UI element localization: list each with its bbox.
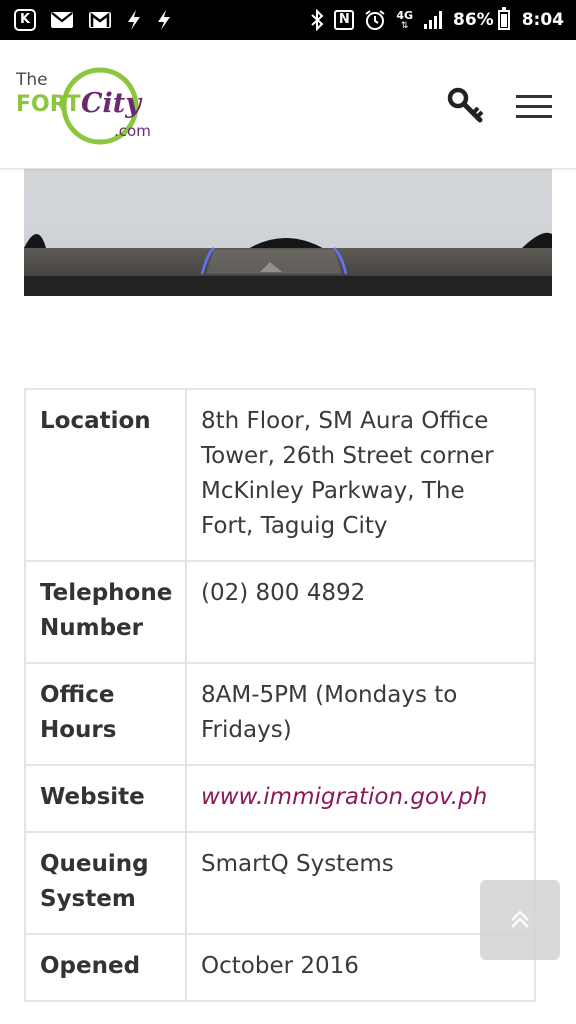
row-label-office-hours: Office Hours bbox=[24, 662, 187, 766]
row-label-location: Location bbox=[24, 388, 187, 562]
table-row: Opened October 2016 bbox=[24, 933, 536, 1002]
clock: 8:04 bbox=[521, 10, 564, 30]
row-label-queuing: Queuing System bbox=[24, 831, 187, 935]
row-value-telephone: (02) 800 4892 bbox=[185, 560, 536, 664]
row-value-location: 8th Floor, SM Aura Office Tower, 26th St… bbox=[185, 388, 536, 562]
gmail-icon bbox=[89, 12, 111, 28]
logo-fort: FORT bbox=[16, 92, 81, 117]
network-label: 4G bbox=[396, 8, 413, 22]
logo-the: The bbox=[15, 70, 48, 90]
k-app-icon: K bbox=[14, 9, 36, 31]
network-icon: 4G ⇅ bbox=[396, 8, 413, 31]
mail-icon bbox=[51, 12, 73, 28]
alarm-icon bbox=[365, 10, 385, 30]
key-search-icon[interactable] bbox=[446, 86, 486, 126]
nfc-icon: N bbox=[334, 10, 355, 30]
table-row: Office Hours 8AM-5PM (Mondays to Fridays… bbox=[24, 662, 536, 766]
back-to-top-button[interactable] bbox=[480, 880, 560, 960]
table-row: Queuing System SmartQ Systems bbox=[24, 831, 536, 935]
row-label-website: Website bbox=[24, 764, 187, 833]
row-value-office-hours: 8AM-5PM (Mondays to Fridays) bbox=[185, 662, 536, 766]
flash-icon bbox=[158, 10, 170, 30]
office-photo bbox=[24, 168, 552, 296]
table-row: Telephone Number (02) 800 4892 bbox=[24, 560, 536, 664]
logo-city: City bbox=[81, 88, 143, 119]
hamburger-menu-icon[interactable] bbox=[512, 90, 556, 122]
website-link[interactable]: www.immigration.gov.ph bbox=[201, 784, 487, 810]
row-label-telephone: Telephone Number bbox=[24, 560, 187, 664]
logo-dotcom: .com bbox=[114, 122, 151, 140]
signal-icon bbox=[424, 11, 442, 29]
bluetooth-icon bbox=[311, 9, 324, 31]
table-row: Location 8th Floor, SM Aura Office Tower… bbox=[24, 388, 536, 562]
fortcity-logo[interactable]: The FORT City .com bbox=[14, 62, 164, 146]
table-row: Website www.immigration.gov.ph bbox=[24, 764, 536, 833]
battery-icon bbox=[497, 7, 510, 30]
battery-percent: 86% bbox=[453, 10, 494, 30]
row-value-website: www.immigration.gov.ph bbox=[185, 764, 536, 833]
status-bar: K N 4G ⇅ 86% 8:04 bbox=[0, 0, 576, 40]
site-header: The FORT City .com bbox=[0, 40, 576, 169]
flash-icon bbox=[128, 10, 140, 30]
office-info-table: Location 8th Floor, SM Aura Office Tower… bbox=[24, 388, 536, 1002]
chevron-up-icon bbox=[511, 910, 529, 928]
row-label-opened: Opened bbox=[24, 933, 187, 1002]
